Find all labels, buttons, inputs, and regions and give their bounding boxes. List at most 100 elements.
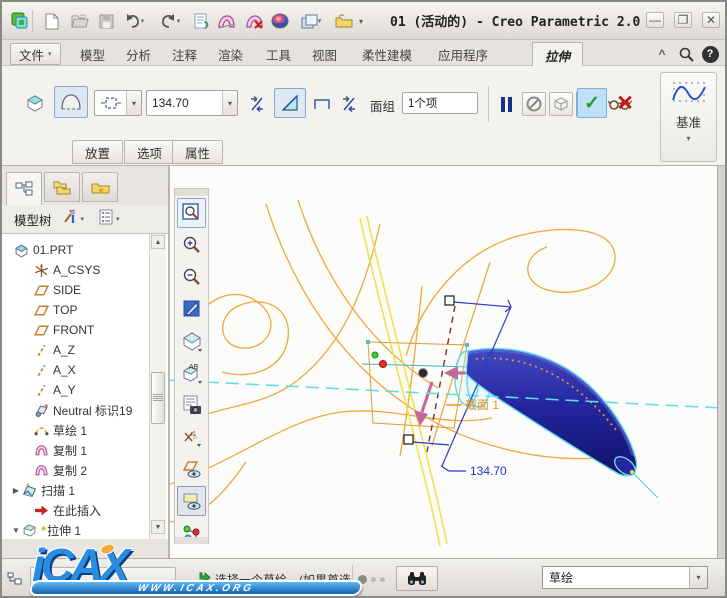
expand-icon[interactable]: ▶ bbox=[10, 486, 22, 495]
help-icon[interactable]: ? bbox=[700, 44, 720, 64]
depth-value-input[interactable]: 134.70 bbox=[147, 96, 222, 110]
tree-item-axis-ay[interactable]: A_Y bbox=[2, 380, 148, 400]
tab-analysis[interactable]: 分析 bbox=[114, 43, 163, 66]
tree-item-plane-side[interactable]: SIDE bbox=[2, 280, 148, 300]
maximize-button[interactable]: ❐ bbox=[674, 12, 692, 28]
remove-material-button[interactable] bbox=[274, 88, 306, 118]
tab-properties[interactable]: 属性 bbox=[172, 140, 224, 164]
toolbar-overflow-button[interactable]: ▾ bbox=[354, 9, 368, 33]
graphics-canvas[interactable]: 134.70 截面 1 bbox=[165, 166, 723, 558]
tree-item-csys[interactable]: A_CSYS bbox=[2, 260, 148, 280]
tab-view[interactable]: 视图 bbox=[300, 43, 349, 66]
flip-direction-button[interactable] bbox=[244, 92, 270, 116]
search-icon[interactable] bbox=[676, 44, 696, 64]
depth-value-dropdown-icon[interactable]: ▾ bbox=[222, 91, 237, 115]
filter-dropdown-icon[interactable]: ▾ bbox=[689, 567, 707, 588]
dimension-value[interactable]: 134.70 bbox=[470, 464, 507, 478]
drag-handle[interactable] bbox=[444, 295, 455, 306]
depth-value-combo[interactable]: 134.70 ▾ bbox=[146, 90, 238, 116]
tree-tools-dropdown-icon[interactable]: ▾ bbox=[81, 215, 85, 223]
datum-dropdown-icon[interactable]: ▾ bbox=[686, 134, 690, 143]
undo-button[interactable]: ▾ bbox=[118, 9, 150, 33]
tree-item-sketch[interactable]: 草绘 1 bbox=[2, 420, 148, 440]
flip-material-side-button[interactable] bbox=[336, 92, 362, 116]
tree-item-axis-ax[interactable]: A_X bbox=[2, 360, 148, 380]
tab-options[interactable]: 选项 bbox=[124, 140, 176, 164]
file-menu-button[interactable]: 文件 ▾ bbox=[10, 43, 61, 65]
tab-placement[interactable]: 放置 bbox=[72, 140, 124, 164]
capped-ends-icon[interactable] bbox=[310, 94, 334, 114]
tree-item-axis-az[interactable]: A_Z bbox=[2, 340, 148, 360]
drag-handle[interactable] bbox=[403, 434, 414, 445]
refit-button[interactable] bbox=[177, 198, 206, 228]
tab-model[interactable]: 模型 bbox=[68, 43, 117, 66]
save-button[interactable] bbox=[94, 9, 118, 33]
wireframe-preview-button[interactable] bbox=[549, 92, 573, 116]
windows-button[interactable]: ▾ bbox=[294, 9, 328, 33]
feature-tool-icon[interactable] bbox=[214, 9, 238, 33]
toolbar-scroll-up[interactable] bbox=[175, 189, 208, 196]
toolbar-scroll-down[interactable] bbox=[175, 537, 208, 544]
find-button[interactable] bbox=[396, 566, 438, 591]
tab-folder-browser[interactable] bbox=[44, 172, 80, 202]
collapse-icon[interactable]: ▼ bbox=[10, 526, 22, 535]
tree-vscrollbar[interactable]: ▲ ▼ bbox=[149, 234, 166, 539]
zoom-in-button[interactable] bbox=[177, 230, 206, 260]
feature-delete-icon[interactable] bbox=[242, 9, 266, 33]
tree-item-copy-1[interactable]: 复制 1 bbox=[2, 440, 148, 460]
vscroll-thumb[interactable] bbox=[151, 372, 165, 424]
view-manager-button[interactable] bbox=[177, 390, 206, 420]
tab-extrude-active[interactable]: 拉伸 bbox=[532, 42, 584, 67]
tab-tools[interactable]: 工具 bbox=[254, 43, 303, 66]
plane-display-button[interactable] bbox=[177, 454, 206, 484]
tree-item-part[interactable]: 01.PRT bbox=[2, 240, 148, 260]
tab-render[interactable]: 渲染 bbox=[206, 43, 255, 66]
tab-favorites[interactable] bbox=[82, 172, 118, 202]
open-file-button[interactable] bbox=[68, 9, 92, 33]
tab-applications[interactable]: 应用程序 bbox=[426, 43, 500, 66]
tree-item-neutral[interactable]: Neutral 标识19 bbox=[2, 400, 148, 420]
tree-settings-icon[interactable] bbox=[98, 209, 114, 230]
tree-item-insert-here[interactable]: 在此插入 bbox=[2, 500, 148, 520]
minimize-ribbon-icon[interactable]: ^ bbox=[652, 44, 672, 64]
repaint-button[interactable] bbox=[177, 294, 206, 324]
tab-annotate[interactable]: 注释 bbox=[160, 43, 209, 66]
app-logo-icon[interactable] bbox=[8, 9, 32, 33]
new-file-button[interactable] bbox=[40, 9, 64, 33]
tree-item-sweep[interactable]: ▶ 扫描 1 bbox=[2, 480, 148, 500]
tree-item-plane-front[interactable]: FRONT bbox=[2, 320, 148, 340]
ok-button[interactable]: ✓ bbox=[577, 88, 607, 118]
tree-settings-dropdown-icon[interactable]: ▾ bbox=[116, 215, 120, 223]
redo-button[interactable]: ▾ bbox=[154, 9, 186, 33]
cancel-button[interactable]: ✕ bbox=[612, 90, 638, 116]
annotation-display-button[interactable] bbox=[177, 486, 206, 516]
depth-option-dropdown-icon[interactable]: ▾ bbox=[126, 91, 141, 115]
tab-model-tree[interactable] bbox=[6, 172, 42, 205]
tree-item-plane-top[interactable]: TOP bbox=[2, 300, 148, 320]
datum-group-button[interactable]: 基准 ▾ bbox=[660, 72, 717, 162]
datum-display-filters-button[interactable] bbox=[177, 422, 206, 452]
minimize-button[interactable]: — bbox=[646, 12, 664, 28]
selection-filter-dropdown[interactable]: 草绘 ▾ bbox=[542, 566, 708, 589]
display-style-button[interactable] bbox=[177, 326, 206, 356]
scroll-up-button[interactable]: ▲ bbox=[151, 235, 165, 249]
section-label[interactable]: 截面 1 bbox=[465, 398, 499, 412]
depth-option-combo[interactable]: ▾ bbox=[94, 90, 142, 116]
tree-tools-icon[interactable] bbox=[62, 208, 79, 230]
tree-item-extrude[interactable]: ▼ * 拉伸 1 bbox=[2, 520, 148, 539]
solid-type-button[interactable] bbox=[20, 88, 50, 118]
close-button[interactable]: ✕ bbox=[702, 12, 720, 28]
scroll-down-button[interactable]: ▼ bbox=[151, 520, 165, 534]
tab-flexible-modeling[interactable]: 柔性建模 bbox=[350, 43, 424, 66]
close-window-folder-button[interactable] bbox=[332, 9, 356, 33]
saved-orientations-button[interactable]: AB bbox=[177, 358, 206, 388]
zoom-out-button[interactable] bbox=[177, 262, 206, 292]
render-sphere-icon[interactable] bbox=[268, 9, 292, 33]
navigator-toggle-icon[interactable] bbox=[7, 571, 22, 590]
regenerate-button[interactable] bbox=[190, 9, 214, 33]
surface-type-button[interactable] bbox=[54, 86, 88, 118]
quilt-field[interactable]: 1个项 bbox=[402, 92, 478, 114]
yellow-curves[interactable] bbox=[359, 215, 448, 547]
tree-item-copy-2[interactable]: 复制 2 bbox=[2, 460, 148, 480]
no-preview-button[interactable] bbox=[522, 92, 546, 116]
